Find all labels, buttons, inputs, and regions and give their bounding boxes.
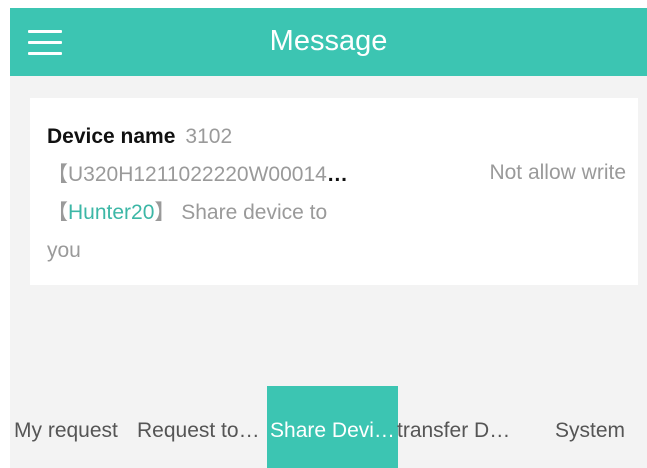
app-header: Message: [10, 8, 647, 76]
device-name-value: 3102: [185, 125, 233, 148]
device-name-label: Device name: [47, 125, 176, 148]
permission-status: Not allow write: [489, 161, 626, 184]
message-list: Device name 3102 【U320H1211022220W00014… …: [10, 76, 647, 386]
message-item[interactable]: Device name 3102 【U320H1211022220W00014… …: [30, 98, 638, 285]
message-screen: Message Device name 3102 【U320H1211022220…: [0, 0, 647, 468]
device-serial-value: 【U320H1211022220W00014: [47, 163, 327, 186]
bottom-tab-bar: My request Request to… Share Devi… trans…: [10, 386, 647, 468]
page-title: Message: [269, 25, 388, 57]
sharing-user: Hunter20: [68, 201, 155, 224]
share-text: 】 Share device to: [154, 201, 328, 224]
tab-system[interactable]: System: [555, 386, 625, 468]
tab-transfer-device[interactable]: transfer D…: [397, 386, 510, 468]
share-text-tail: you: [47, 239, 81, 262]
tab-my-request[interactable]: My request: [14, 386, 118, 468]
tab-request-to[interactable]: Request to…: [137, 386, 260, 468]
tab-share-device[interactable]: Share Devi…: [267, 386, 398, 468]
share-prefix: 【: [47, 201, 68, 224]
serial-ellipsis: …: [326, 163, 348, 186]
device-serial: 【U320H1211022220W00014…: [47, 156, 367, 194]
message-text: Device name 3102 【U320H1211022220W00014… …: [47, 118, 367, 270]
